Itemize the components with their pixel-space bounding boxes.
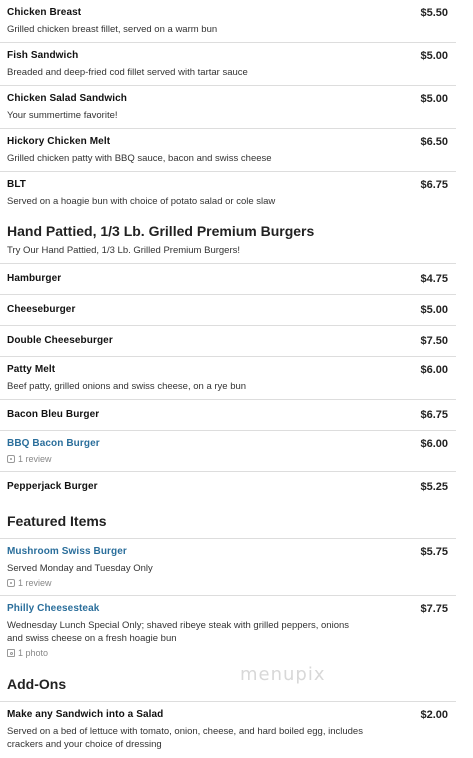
item-name: Make any Sandwich into a Salad (7, 709, 164, 720)
item-description: Beef patty, grilled onions and swiss che… (7, 381, 247, 392)
item-name: Chicken Breast (7, 7, 82, 18)
item-price: $6.75 (420, 179, 448, 191)
item-description: Grilled chicken breast fillet, served on… (7, 24, 218, 35)
menu-item-blt[interactable]: BLT $6.75 Served on a hoagie bun with ch… (0, 172, 456, 214)
item-price: $5.00 (420, 93, 448, 105)
menu-item-chicken-breast[interactable]: Chicken Breast $5.50 Grilled chicken bre… (0, 0, 456, 43)
menu-item-bbq-bacon-burger[interactable]: BBQ Bacon Burger $6.00 1 review (0, 431, 456, 472)
item-name: BLT (7, 179, 26, 190)
item-description: Served on a bed of lettuce with tomato, … (7, 726, 363, 750)
item-name: Cheeseburger (7, 304, 76, 315)
item-price: $5.50 (420, 7, 448, 19)
photo-count-label: 1 photo (18, 648, 49, 658)
menu-item-double-cheeseburger[interactable]: Double Cheeseburger $7.50 (0, 326, 456, 357)
item-description: Served Monday and Tuesday Only (7, 563, 153, 574)
item-description: Wednesday Lunch Special Only; shaved rib… (7, 620, 350, 644)
item-name: Hickory Chicken Melt (7, 136, 111, 147)
item-price: $5.75 (420, 546, 448, 558)
item-name: Bacon Bleu Burger (7, 409, 100, 420)
item-price: $6.00 (420, 364, 448, 376)
item-name: Double Cheeseburger (7, 335, 113, 346)
item-price: $7.50 (420, 335, 448, 347)
review-count-label: 1 review (18, 454, 52, 464)
menu-item-sandwich-salad[interactable]: Make any Sandwich into a Salad $2.00 Ser… (0, 702, 456, 757)
menu-item-hickory-chicken-melt[interactable]: Hickory Chicken Melt $6.50 Grilled chick… (0, 129, 456, 172)
item-name-link[interactable]: BBQ Bacon Burger (7, 437, 100, 451)
item-name: Hamburger (7, 273, 62, 284)
section-title-addons: Add-Ons (0, 665, 456, 702)
item-price: $5.00 (420, 304, 448, 316)
menu-list: Chicken Breast $5.50 Grilled chicken bre… (0, 0, 456, 757)
item-name: Fish Sandwich (7, 50, 79, 61)
review-icon (7, 579, 15, 587)
section-title-burgers: Hand Pattied, 1/3 Lb. Grilled Premium Bu… (7, 223, 315, 239)
item-price: $6.00 (420, 438, 448, 450)
item-price: $6.75 (420, 409, 448, 421)
menu-item-fish-sandwich[interactable]: Fish Sandwich $5.00 Breaded and deep-fri… (0, 43, 456, 86)
menu-item-pepperjack-burger[interactable]: Pepperjack Burger $5.25 (0, 472, 456, 502)
item-name: Patty Melt (7, 364, 56, 375)
menu-item-mushroom-swiss-burger[interactable]: Mushroom Swiss Burger $5.75 Served Monda… (0, 539, 456, 596)
review-icon (7, 455, 15, 463)
item-description: Breaded and deep-fried cod fillet served… (7, 67, 248, 78)
item-description: Grilled chicken patty with BBQ sauce, ba… (7, 153, 272, 164)
item-description: Served on a hoagie bun with choice of po… (7, 196, 276, 207)
menu-item-chicken-salad-sandwich[interactable]: Chicken Salad Sandwich $5.00 Your summer… (0, 86, 456, 129)
menu-item-patty-melt[interactable]: Patty Melt $6.00 Beef patty, grilled oni… (0, 357, 456, 400)
item-price: $2.00 (420, 709, 448, 721)
item-price: $5.25 (420, 481, 448, 493)
menu-item-philly-cheesesteak[interactable]: Philly Cheesesteak $7.75 Wednesday Lunch… (0, 596, 456, 665)
item-name-link[interactable]: Mushroom Swiss Burger (7, 545, 127, 559)
item-name: Pepperjack Burger (7, 481, 98, 492)
review-count[interactable]: 1 review (7, 577, 448, 589)
item-name: Chicken Salad Sandwich (7, 93, 128, 104)
section-description-burgers: Try Our Hand Pattied, 1/3 Lb. Grilled Pr… (0, 240, 456, 264)
review-count[interactable]: 1 review (7, 453, 448, 465)
item-price: $7.75 (420, 603, 448, 615)
review-count-label: 1 review (18, 578, 52, 588)
menupix-watermark: menupix (240, 664, 326, 685)
menu-item-hamburger[interactable]: Hamburger $4.75 (0, 264, 456, 295)
menu-item-bacon-bleu-burger[interactable]: Bacon Bleu Burger $6.75 (0, 400, 456, 431)
item-price: $5.00 (420, 50, 448, 62)
photo-count[interactable]: 1 photo (7, 647, 448, 659)
section-title-featured: Featured Items (0, 502, 456, 539)
menu-item-cheeseburger[interactable]: Cheeseburger $5.00 (0, 295, 456, 326)
item-price: $6.50 (420, 136, 448, 148)
item-price: $4.75 (420, 273, 448, 285)
item-description: Your summertime favorite! (7, 110, 118, 121)
camera-icon (7, 649, 15, 657)
item-name-link[interactable]: Philly Cheesesteak (7, 602, 99, 616)
